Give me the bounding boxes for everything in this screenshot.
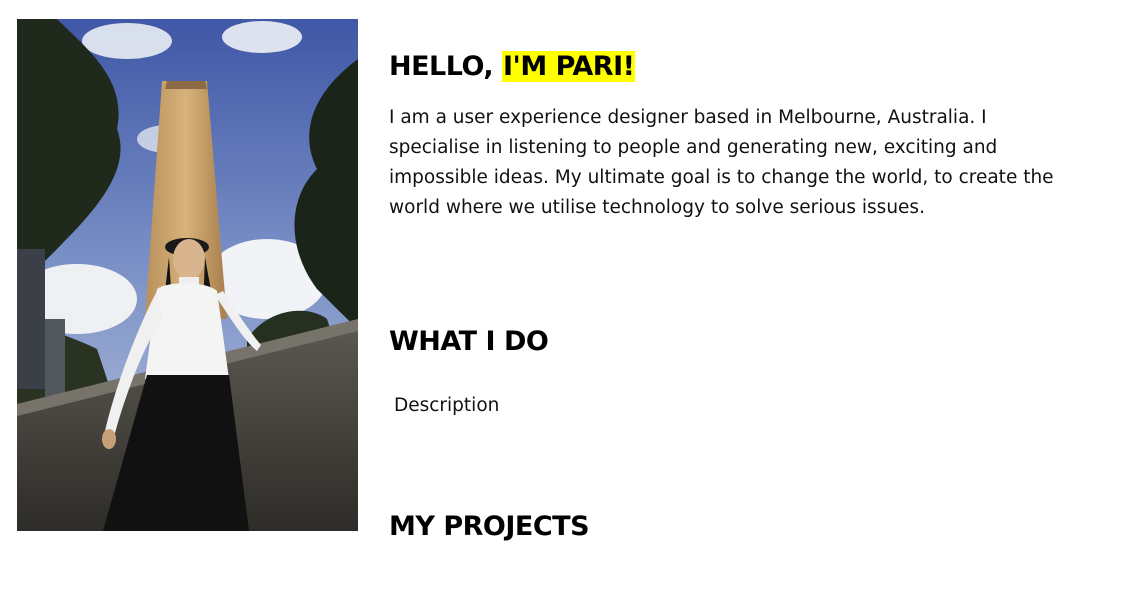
page: HELLO, I'M PARI! I am a user experience … — [0, 0, 1146, 609]
my-projects-heading: MY PROJECTS — [389, 511, 590, 542]
hero-name-highlight: I'M PARI! — [502, 51, 636, 82]
intro-content: HELLO, I'M PARI! I am a user experience … — [389, 44, 1089, 542]
hero-greeting: HELLO, — [389, 51, 503, 82]
hero-title: HELLO, I'M PARI! — [389, 44, 1089, 89]
intro-paragraph: I am a user experience designer based in… — [389, 107, 1054, 218]
what-i-do-description: Description — [394, 395, 500, 416]
what-i-do-heading: WHAT I DO — [389, 326, 549, 357]
profile-photo-illustration — [17, 19, 358, 531]
profile-photo — [17, 19, 358, 531]
